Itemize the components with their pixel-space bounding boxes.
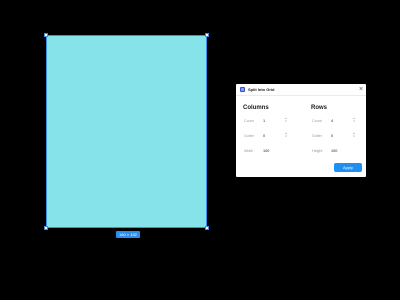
- close-icon[interactable]: ×: [358, 86, 364, 93]
- columns-gutter-input[interactable]: 0: [263, 133, 265, 139]
- frame-size-badge: 160 × 192: [116, 231, 140, 238]
- columns-count-input[interactable]: 1: [263, 118, 265, 124]
- rows-gutter-stepper[interactable]: ▲ ▼: [352, 132, 356, 139]
- rows-count-input[interactable]: 4: [331, 118, 333, 124]
- columns-gutter-label: Gutter: [244, 134, 254, 138]
- plugin-app-icon: [240, 87, 245, 92]
- split-into-grid-dialog: Split Into Grid × Columns Count 1 ▲ ▼ Gut…: [236, 84, 366, 177]
- columns-width-input[interactable]: 100: [263, 148, 269, 154]
- columns-count-stepper[interactable]: ▲ ▼: [284, 117, 288, 124]
- dialog-title: Split Into Grid: [248, 87, 275, 92]
- columns-heading: Columns: [243, 105, 269, 111]
- rows-gutter-label: Gutter: [312, 134, 322, 138]
- rows-height-label: Height: [312, 149, 323, 153]
- rows-heading: Rows: [311, 105, 328, 111]
- rows-count-stepper[interactable]: ▲ ▼: [352, 117, 356, 124]
- resize-handle-top-right[interactable]: [205, 33, 209, 37]
- rows-count-label: Count: [312, 119, 322, 123]
- rows-gutter-input[interactable]: 0: [331, 133, 333, 139]
- resize-handle-bottom-right[interactable]: [205, 226, 209, 230]
- selected-frame[interactable]: [44, 33, 209, 230]
- resize-handle-top-left[interactable]: [44, 33, 48, 37]
- columns-gutter-stepper[interactable]: ▲ ▼: [284, 132, 288, 139]
- rows-height-input[interactable]: 100: [331, 148, 337, 154]
- resize-handle-bottom-left[interactable]: [44, 226, 48, 230]
- columns-width-label: Width: [244, 149, 254, 153]
- dialog-header: Split Into Grid ×: [236, 84, 366, 96]
- columns-count-label: Count: [244, 119, 254, 123]
- apply-button[interactable]: Apply: [334, 163, 362, 172]
